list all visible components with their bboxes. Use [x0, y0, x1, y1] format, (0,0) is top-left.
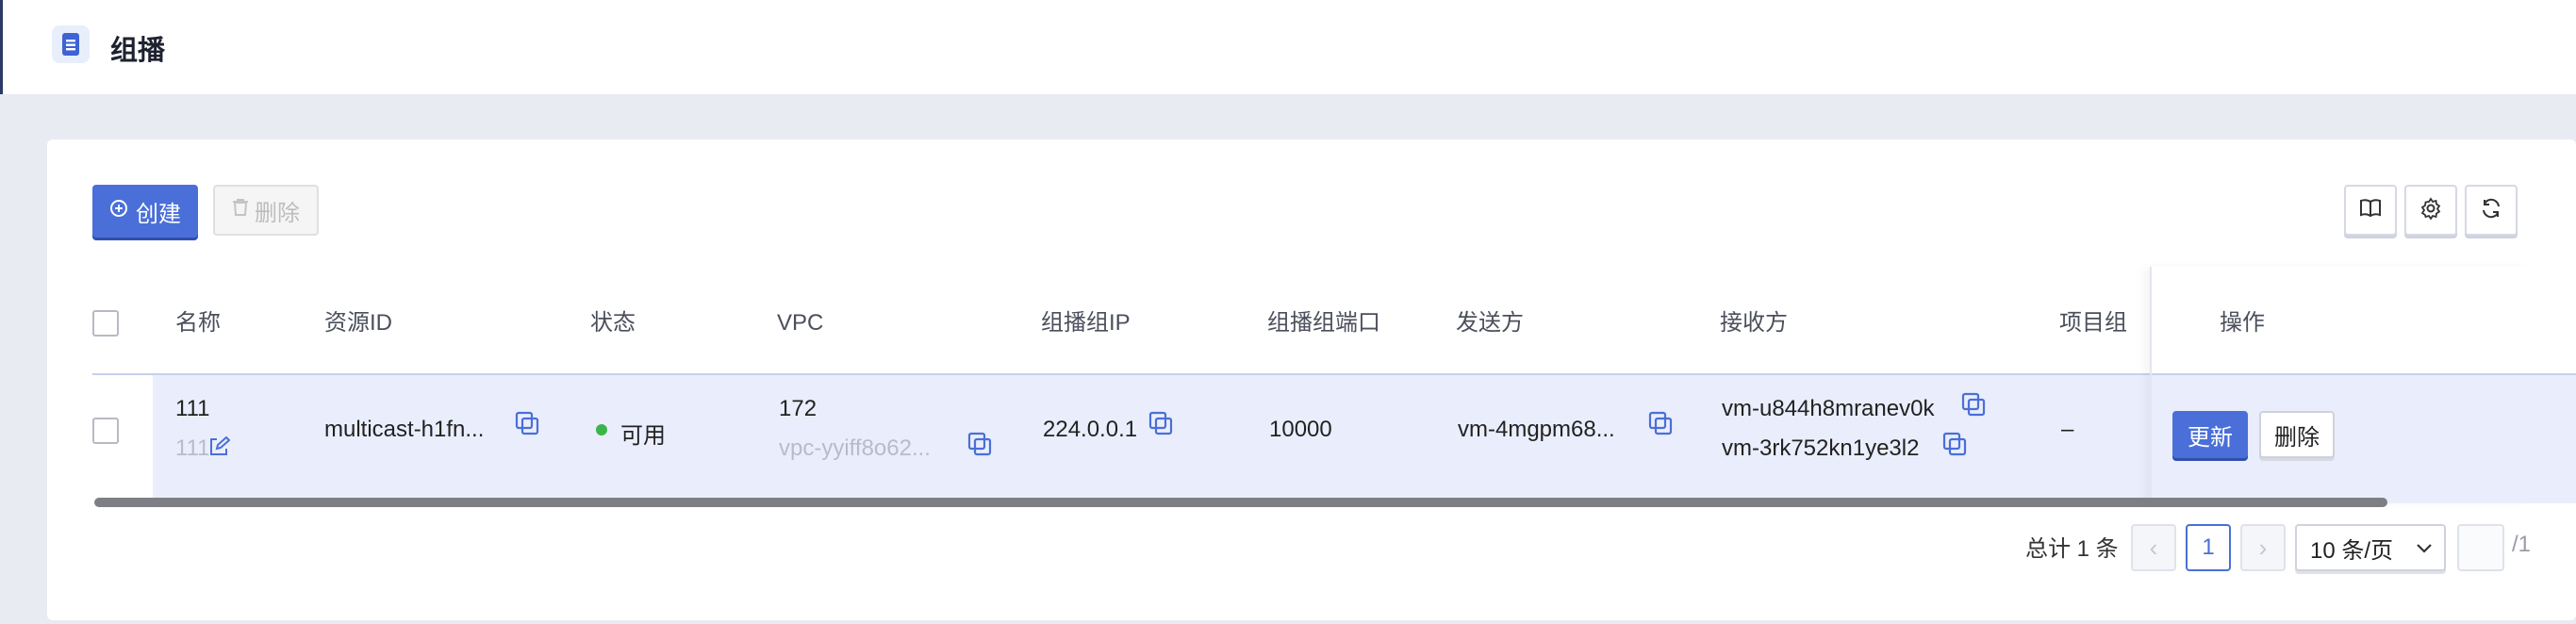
row-project: – [2061, 417, 2074, 442]
row-resource-id: multicast-h1fn... [324, 417, 485, 442]
refresh-icon [2480, 197, 2502, 224]
delete-button[interactable]: 删除 [2259, 411, 2335, 458]
create-button-label: 创建 [136, 201, 181, 227]
docs-button[interactable] [2344, 185, 2397, 236]
copy-icon[interactable] [1942, 432, 1967, 456]
plus-circle-icon [109, 198, 128, 224]
page-size-value: 10 条/页 [2310, 537, 2394, 564]
column-header-group-port[interactable]: 组播组端口 [1267, 271, 1380, 375]
total-count: 总计 1 条 [2025, 536, 2119, 562]
column-header-name[interactable]: 名称 [175, 271, 221, 375]
gear-icon [2419, 196, 2442, 224]
page-title: 组播 [110, 36, 166, 66]
row-vpc[interactable]: 172 [779, 396, 817, 422]
row-sender[interactable]: vm-4mgpm68... [1458, 417, 1615, 443]
row-group-ip: 224.0.0.1 [1043, 417, 1138, 442]
column-header-status[interactable]: 状态 [590, 271, 636, 375]
page-jump-input[interactable] [2457, 524, 2504, 571]
status-badge: 可用 [620, 423, 666, 449]
edit-icon[interactable] [207, 435, 232, 460]
chevron-down-icon [2416, 534, 2433, 561]
content-card: 创建 删除 名称 资源ID 状态 VPC 组播组IP 组播组端口 发送方 接收方… [47, 140, 2576, 620]
select-all-checkbox[interactable] [92, 310, 119, 337]
create-button[interactable]: 创建 [92, 185, 198, 238]
copy-icon[interactable] [1148, 411, 1173, 435]
copy-icon[interactable] [967, 432, 992, 456]
row-receiver[interactable]: vm-u844h8mranev0k [1722, 396, 1934, 422]
row-receiver[interactable]: vm-3rk752kn1ye3l2 [1722, 435, 1919, 462]
prev-page-button[interactable]: ‹ [2131, 524, 2176, 571]
column-header-group-ip[interactable]: 组播组IP [1041, 271, 1131, 375]
settings-button[interactable] [2404, 185, 2457, 236]
column-header-vpc[interactable]: VPC [777, 271, 823, 375]
column-header-resource-id[interactable]: 资源ID [324, 271, 392, 375]
top-bar: 组播 [0, 0, 2576, 94]
page-number-current[interactable]: 1 [2186, 524, 2231, 571]
page-size-select[interactable]: 10 条/页 [2295, 524, 2446, 571]
batch-delete-label: 删除 [255, 200, 300, 226]
row-group-port: 10000 [1269, 417, 1332, 442]
file-list-icon [52, 25, 90, 63]
horizontal-scrollbar[interactable] [94, 498, 2387, 507]
column-header-receiver[interactable]: 接收方 [1720, 271, 1788, 375]
total-pages: /1 [2512, 532, 2532, 557]
book-icon [2359, 198, 2382, 223]
column-header-sender[interactable]: 发送方 [1456, 271, 1524, 375]
next-page-button[interactable]: › [2240, 524, 2286, 571]
actions-column [2150, 267, 2529, 503]
status-dot [596, 424, 607, 435]
column-header-project[interactable]: 项目组 [2059, 271, 2127, 375]
update-button[interactable]: 更新 [2172, 411, 2248, 458]
refresh-button[interactable] [2465, 185, 2518, 236]
row-name-sub: 111 [175, 435, 210, 461]
copy-icon[interactable] [515, 411, 539, 435]
row-vpc-id: vpc-yyiff8o62... [779, 435, 931, 461]
copy-icon[interactable] [1961, 392, 1986, 417]
copy-icon[interactable] [1648, 411, 1673, 435]
row-checkbox[interactable] [92, 418, 119, 444]
batch-delete-button[interactable]: 删除 [213, 185, 319, 236]
trash-icon [232, 197, 249, 223]
row-name[interactable]: 111 [175, 396, 209, 422]
